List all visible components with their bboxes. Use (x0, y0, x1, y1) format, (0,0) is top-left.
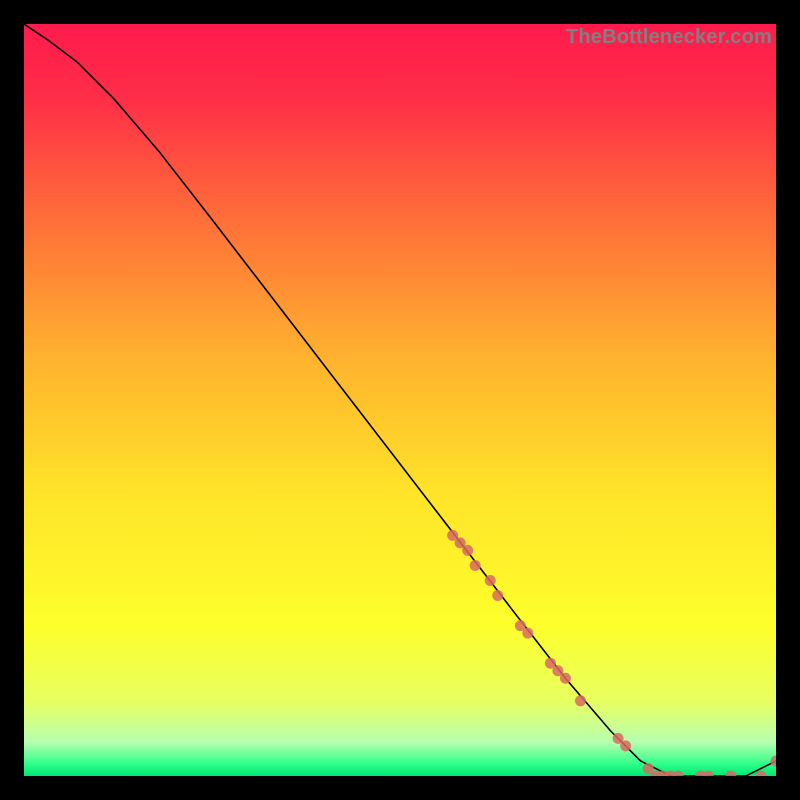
chart-plot (24, 24, 776, 776)
marker-point (492, 590, 503, 601)
marker-point (462, 545, 473, 556)
marker-point (470, 560, 481, 571)
marker-point (560, 673, 571, 684)
chart-frame: TheBottlenecker.com (24, 24, 776, 776)
marker-point (620, 740, 631, 751)
marker-point (485, 575, 496, 586)
marker-point (522, 628, 533, 639)
chart-background (24, 24, 776, 776)
marker-point (575, 695, 586, 706)
watermark-text: TheBottlenecker.com (566, 26, 772, 49)
